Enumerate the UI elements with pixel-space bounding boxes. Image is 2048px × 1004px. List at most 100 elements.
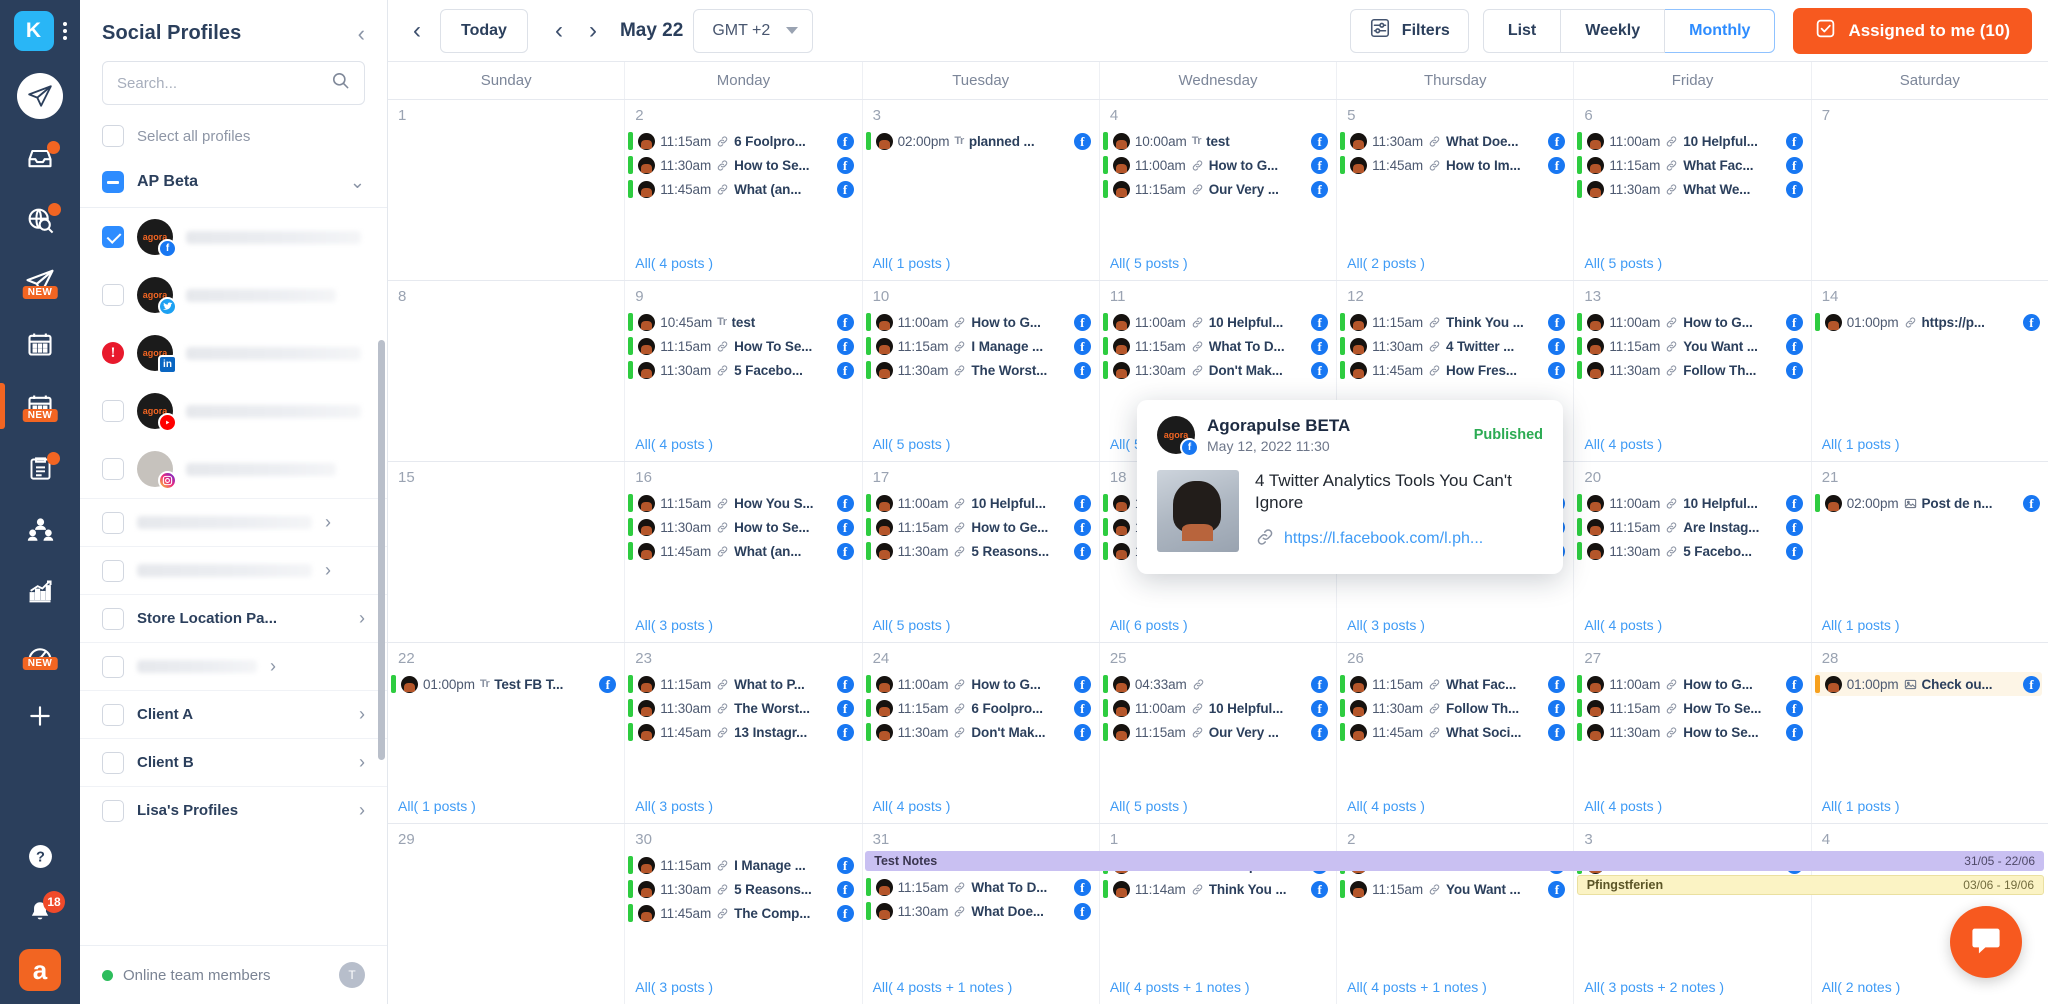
calendar-event[interactable]: 11:15am6 Foolpro...f [866,696,1093,720]
calendar-event[interactable]: 11:15amYou Want ...f [1577,334,1804,358]
group-checkbox[interactable] [102,800,124,822]
all-posts-link[interactable]: All( 1 posts ) [398,798,476,814]
assigned-to-me-button[interactable]: Assigned to me (10) [1793,8,2032,54]
calendar-event[interactable]: 11:15amI Manage ...f [628,853,855,877]
calendar-event[interactable]: 11:15amHow To Se...f [628,334,855,358]
view-tab-list[interactable]: List [1483,9,1561,53]
rail-item-dashboard[interactable]: NEW [0,623,80,685]
group-item-3[interactable]: › [80,642,387,690]
calendar-day-23[interactable]: 2311:15amWhat to P...f11:30amThe Worst..… [624,643,861,823]
calendar-event[interactable]: 11:45amWhat (an...f [628,177,855,201]
calendar-event[interactable]: 11:30am4 Twitter ...f [1340,334,1567,358]
calendar-event[interactable]: 11:00am10 Helpful...f [1103,696,1330,720]
group-item-1[interactable]: › [80,546,387,594]
all-posts-link[interactable]: All( 1 posts ) [1822,617,1900,633]
profile-checkbox-youtube[interactable] [102,400,124,422]
calendar-day-5[interactable]: 511:30amWhat Doe...f11:45amHow to Im...f… [1336,100,1573,280]
all-posts-link[interactable]: All( 1 posts ) [873,255,951,271]
profile-row-linkedin[interactable]: ! agora in [80,324,387,382]
calendar-event[interactable]: 11:15amWhat to P...f [628,672,855,696]
all-posts-link[interactable]: All( 5 posts ) [1584,255,1662,271]
calendar-event[interactable]: 11:15amOur Very ...f [1103,177,1330,201]
group-row-ap-beta[interactable]: AP Beta ⌄ [80,163,387,207]
select-all-row[interactable]: Select all profiles [80,119,387,163]
profile-row-youtube[interactable]: agora [80,382,387,440]
all-posts-link[interactable]: All( 3 posts ) [635,617,713,633]
profile-error-icon[interactable]: ! [102,342,124,364]
calendar-event[interactable]: 11:30amFollow Th...f [1340,696,1567,720]
calendar-event[interactable]: 11:45amWhat Soci...f [1340,720,1567,744]
calendar-event[interactable]: 02:00pmPost de n...f [1815,491,2042,515]
calendar-event[interactable]: 02:00pmTrplanned ...f [866,129,1093,153]
calendar-event[interactable]: 11:30am5 Facebo...f [1577,539,1804,563]
calendar-day-14[interactable]: 1401:00pmhttps://p...fAll( 1 posts ) [1811,281,2048,461]
select-all-checkbox[interactable] [102,125,124,147]
calendar-event[interactable]: 11:30amDon't Mak...f [1103,358,1330,382]
all-posts-link[interactable]: All( 4 posts ) [873,798,951,814]
chevron-right-icon[interactable]: › [359,704,365,725]
rail-item-add[interactable] [0,685,80,747]
all-posts-link[interactable]: All( 4 posts ) [1584,798,1662,814]
group-checkbox[interactable] [102,704,124,726]
calendar-event[interactable]: 11:00amHow to G...f [866,672,1093,696]
calendar-event[interactable]: 11:30am5 Reasons...f [866,539,1093,563]
calendar-event[interactable]: 11:30amFollow Th...f [1577,358,1804,382]
rail-item-listening[interactable] [0,189,80,251]
calendar-event[interactable]: 11:15amHow You S...f [628,491,855,515]
rail-item-calendar-new[interactable]: NEW [0,375,80,437]
all-posts-link[interactable]: All( 3 posts ) [635,798,713,814]
profile-row-twitter[interactable]: agora [80,266,387,324]
calendar-event[interactable]: 11:45amThe Comp...f [628,901,855,925]
calendar-day-22[interactable]: 2201:00pmTrTest FB T...fAll( 1 posts ) [388,643,624,823]
group-checkbox[interactable] [102,608,124,630]
calendar-event[interactable]: 01:00pmCheck ou...f [1815,672,2042,696]
all-posts-link[interactable]: All( 3 posts ) [635,979,713,995]
calendar-note-test-notes[interactable]: Test Notes31/05 - 22/06 [865,851,2044,871]
calendar-event[interactable]: 11:15amOur Very ...f [1103,720,1330,744]
popup-post-link[interactable]: https://l.facebook.com/l.ph... [1284,530,1483,548]
calendar-event[interactable]: 11:15amWhat To D...f [1103,334,1330,358]
next-period-button[interactable]: › [576,14,610,48]
group-checkbox[interactable] [102,656,124,678]
group-checkbox[interactable] [102,752,124,774]
group-item-store-location[interactable]: Store Location Pa... › [80,594,387,642]
calendar-event[interactable]: 11:00am10 Helpful...f [1577,129,1804,153]
calendar-note-pfingstferien[interactable]: Pfingstferien03/06 - 19/06 [1577,875,2044,895]
calendar-day-13[interactable]: 1311:00amHow to G...f11:15amYou Want ...… [1573,281,1810,461]
calendar-event[interactable]: 11:45amHow Fres...f [1340,358,1567,382]
all-posts-link[interactable]: All( 4 posts ) [635,255,713,271]
calendar-day-29[interactable]: 29 [388,824,624,1004]
calendar-day-10[interactable]: 1011:00amHow to G...f11:15amI Manage ...… [862,281,1099,461]
calendar-event[interactable]: 11:15amHow To Se...f [1577,696,1804,720]
calendar-day-28[interactable]: 2801:00pmCheck ou...fAll( 1 posts ) [1811,643,2048,823]
group-checkbox[interactable] [102,560,124,582]
calendar-event[interactable]: 11:14amThink You ...f [1103,877,1330,901]
support-chat-button[interactable] [1950,906,2022,978]
calendar-event[interactable]: 11:15amThink You ...f [1340,310,1567,334]
all-posts-link[interactable]: All( 4 posts + 1 notes ) [873,979,1013,995]
filters-button[interactable]: Filters [1350,9,1469,53]
calendar-day-20[interactable]: 2011:00am10 Helpful...f11:15amAre Instag… [1573,462,1810,642]
all-posts-link[interactable]: All( 1 posts ) [1822,436,1900,452]
rail-item-publisher-new[interactable]: NEW [0,251,80,313]
chevron-right-icon[interactable]: › [325,512,331,533]
calendar-event[interactable]: 11:30amThe Worst...f [866,358,1093,382]
all-posts-link[interactable]: All( 5 posts ) [1110,255,1188,271]
today-button[interactable]: Today [440,9,528,53]
calendar-event[interactable]: 11:00am10 Helpful...f [1103,310,1330,334]
rail-item-notifications[interactable]: 18 [0,884,80,940]
all-posts-link[interactable]: All( 6 posts ) [1110,617,1188,633]
group-item-client-a[interactable]: Client A › [80,690,387,738]
group-item-client-b[interactable]: Client B › [80,738,387,786]
calendar-day-24[interactable]: 2411:00amHow to G...f11:15am6 Foolpro...… [862,643,1099,823]
group-item-lisas-profiles[interactable]: Lisa's Profiles › [80,786,387,834]
view-tab-monthly[interactable]: Monthly [1665,9,1775,53]
calendar-event[interactable]: 11:00amHow to G...f [866,310,1093,334]
all-posts-link[interactable]: All( 4 posts ) [1347,798,1425,814]
search-box[interactable] [102,61,365,105]
view-tab-weekly[interactable]: Weekly [1561,9,1665,53]
all-posts-link[interactable]: All( 4 posts ) [1584,436,1662,452]
calendar-event[interactable]: 10:00amTrtestf [1103,129,1330,153]
calendar-day-30[interactable]: 3011:15amI Manage ...f11:30am5 Reasons..… [624,824,861,1004]
calendar-day-7[interactable]: 7 [1811,100,2048,280]
